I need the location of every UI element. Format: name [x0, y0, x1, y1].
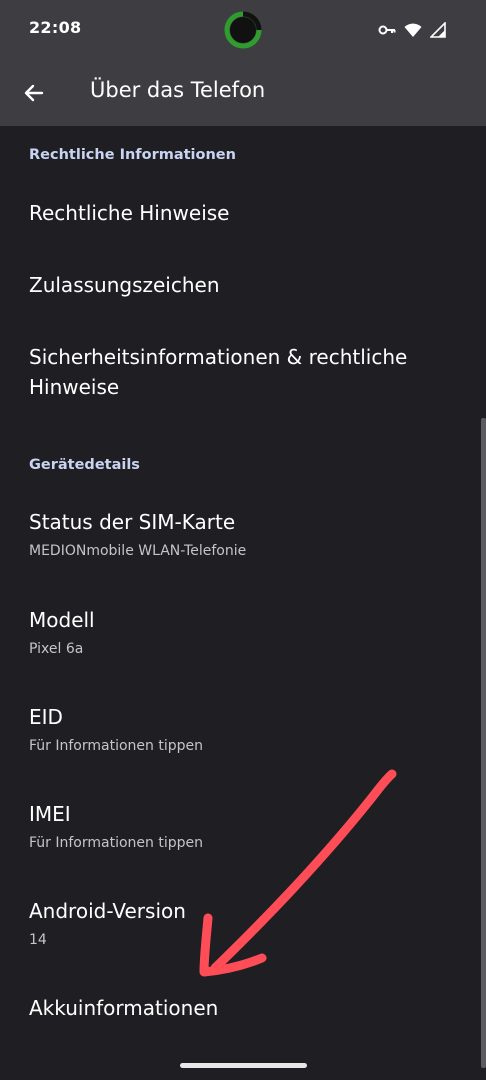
- item-subtitle: Für Informationen tippen: [29, 738, 203, 754]
- system-icons: [378, 20, 446, 40]
- item-title-line2: Hinweise: [29, 375, 120, 399]
- item-title: Rechtliche Hinweise: [29, 201, 230, 225]
- arrow-left-icon[interactable]: [18, 77, 50, 109]
- gesture-bar[interactable]: [180, 1063, 307, 1068]
- item-title: Android-Version: [29, 899, 186, 923]
- item-subtitle: Pixel 6a: [29, 641, 84, 657]
- list-item-android-version[interactable]: Android-Version 14: [0, 877, 470, 967]
- list-item-eid[interactable]: EID Für Informationen tippen: [0, 683, 470, 773]
- page-title: Über das Telefon: [90, 78, 266, 102]
- wifi-icon: [404, 23, 422, 37]
- list-item-safety-information[interactable]: Sicherheitsinformationen & rechtliche Hi…: [0, 326, 470, 426]
- item-subtitle: MEDIONmobile WLAN-Telefonie: [29, 543, 247, 559]
- item-title: Akkuinformationen: [29, 996, 219, 1020]
- settings-list: Rechtliche Informationen Rechtliche Hinw…: [0, 126, 486, 1080]
- clock: 22:08: [29, 18, 82, 37]
- signal-icon: [430, 22, 446, 38]
- list-item-legal-notices[interactable]: Rechtliche Hinweise: [0, 182, 470, 242]
- vpn-key-icon: [378, 25, 396, 35]
- scrollbar[interactable]: [481, 418, 486, 1068]
- battery-ring-icon: [224, 11, 262, 49]
- item-title: Status der SIM-Karte: [29, 510, 236, 534]
- item-title: EID: [29, 705, 63, 729]
- item-title: IMEI: [29, 802, 71, 826]
- section-header-legal: Rechtliche Informationen: [29, 147, 236, 163]
- item-title-line1: Sicherheitsinformationen & rechtliche: [29, 345, 408, 369]
- list-item-sim-status[interactable]: Status der SIM-Karte MEDIONmobile WLAN-T…: [0, 488, 470, 578]
- list-item-battery-info[interactable]: Akkuinformationen: [0, 977, 470, 1047]
- list-item-model[interactable]: Modell Pixel 6a: [0, 586, 470, 676]
- item-subtitle: Für Informationen tippen: [29, 835, 203, 851]
- item-title: Modell: [29, 608, 95, 632]
- section-header-device: Gerätedetails: [29, 457, 140, 473]
- status-bar: 22:08: [0, 0, 486, 60]
- list-item-regulatory-labels[interactable]: Zulassungszeichen: [0, 254, 470, 314]
- item-subtitle: 14: [29, 932, 47, 948]
- item-title: Zulassungszeichen: [29, 273, 220, 297]
- list-item-imei[interactable]: IMEI Für Informationen tippen: [0, 780, 470, 870]
- app-bar: Über das Telefon: [0, 60, 486, 126]
